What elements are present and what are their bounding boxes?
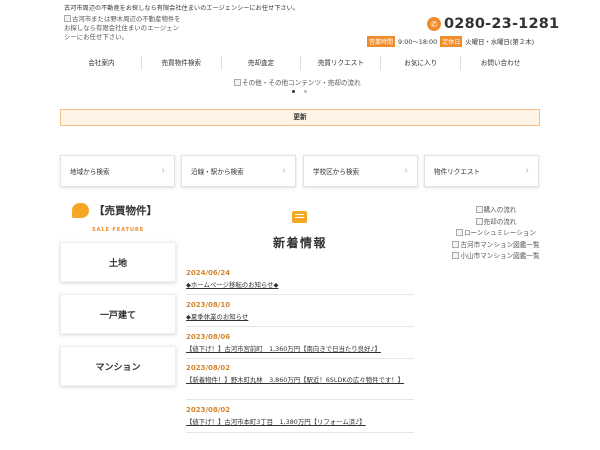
banner-loan-simulation[interactable]: ローンシュミレーション [432,228,560,240]
broken-image-icon [452,240,460,248]
nav-company[interactable]: 会社案内 [62,56,142,70]
news-icon [292,211,307,223]
news-link[interactable]: ◆夏季休業のお知らせ [186,313,414,322]
search-by-area-button[interactable]: 地域から検索 › [60,155,175,187]
banner-purchase-flow[interactable]: 購入の流れ [432,205,560,217]
chevron-right-icon: › [525,166,529,176]
search-button-label: 沿線・駅から検索 [191,168,244,176]
broken-image-icon [475,206,483,213]
banner-sale-flow[interactable]: 売却の流れ [432,217,560,229]
nav-property-search[interactable]: 売買物件検索 [142,56,222,70]
sidebar-subtitle: SALE FEATURE [92,227,144,233]
property-request-button[interactable]: 物件リクエスト › [424,155,539,187]
nav-contact[interactable]: お問い合わせ [461,56,540,70]
chevron-right-icon: › [404,166,408,176]
broken-image-icon [234,79,241,86]
site-tagline: 古河市周辺の不動産をお探しなら有限会社住まいのエージェンシーにお任せ下さい。 [64,5,299,12]
slider-alt-text: その他・その他コンテンツ・売却の流れ [242,79,361,87]
divider [186,399,414,400]
divider [186,294,414,295]
chevron-right-icon: › [161,166,165,176]
search-button-label: 学校区から検索 [313,168,360,176]
logo-alt-text: 古河市または野木周辺の不動産物件をお探しなら有限会社住まいのエージェンシーにお任… [64,15,181,41]
speech-bubble-icon [72,203,89,218]
site-logo[interactable]: 古河市または野木周辺の不動産物件をお探しなら有限会社住まいのエージェンシーにお任… [64,15,184,42]
nav-favorites[interactable]: お気に入り [381,56,462,70]
news-date: 2023/08/06 [186,333,231,341]
broken-image-icon [452,252,460,259]
sidebar-title: 【売買物件】 [94,205,157,217]
news-link[interactable]: ◆ホームページ移転のお知らせ◆ [186,281,414,290]
phone-number[interactable]: 0280-23-1281 [444,16,559,32]
banner-label: 売却の流れ [483,217,517,226]
news-title: 新着情報 [272,236,327,250]
search-by-line-button[interactable]: 沿線・駅から検索 › [181,155,296,187]
chevron-right-icon: › [282,166,286,176]
sale-feature-heading: 【売買物件】 [72,203,157,218]
search-button-label: 地域から検索 [70,168,110,176]
divider [186,358,414,359]
slider-dot-2[interactable] [304,90,307,93]
news-link[interactable]: 【値下げ！】古河市宮前町 1,360万円【南向きで日当たり良好♪】 [186,345,414,354]
phone-icon: ✆ [427,17,441,31]
nav-sale-assessment[interactable]: 売却査定 [222,56,302,70]
slider-dots [292,90,307,93]
hours-badge: 営業時間 [367,36,396,47]
nav-purchase-request[interactable]: 売買リクエスト [301,56,382,70]
slider-image[interactable]: その他・その他コンテンツ・売却の流れ [234,77,361,87]
closed-badge: 定休日 [440,36,463,47]
news-date: 2023/08/02 [186,364,231,372]
category-house[interactable]: 一戸建て [60,294,176,334]
search-button-label: 物件リクエスト [434,168,481,176]
category-land[interactable]: 土地 [60,242,176,282]
banner-koga-condo-list[interactable]: 古河市マンション図鑑一覧 [432,240,560,252]
banner-label: ローンシュミレーション [463,229,537,237]
news-date: 2023/08/02 [186,406,231,414]
news-link[interactable]: 【値下げ！】古河市本町3丁目 1,380万円【リフォーム済♪】 [186,418,414,427]
category-condo[interactable]: マンション [60,346,176,386]
business-hours: 営業時間 9:00～18:00 定休日 火曜日・水曜日(第２木) [367,36,534,47]
news-date: 2024/06/24 [186,269,231,277]
update-bar: 更新 [60,109,540,126]
closed-text: 火曜日・水曜日(第２木) [465,38,535,46]
hours-text: 9:00～18:00 [398,38,438,46]
news-date: 2023/08/10 [186,301,231,309]
divider [186,326,414,327]
right-banner-links: 購入の流れ 売却の流れ ローンシュミレーション 古河市マンション図鑑一覧 小山市… [432,205,560,263]
phone-contact[interactable]: ✆ 0280-23-1281 [427,16,559,32]
search-by-school-button[interactable]: 学校区から検索 › [303,155,418,187]
main-nav: 会社案内 売買物件検索 売却査定 売買リクエスト お気に入り お問い合わせ [62,56,540,70]
news-link[interactable]: 【新着物件！】野木町丸林 3,860万円【駅近！6SLDKの広々物件です！】 [186,376,414,385]
broken-image-icon [64,15,71,22]
banner-oyama-condo-list[interactable]: 小山市マンション図鑑一覧 [432,251,560,263]
divider [186,432,414,433]
banner-label: 小山市マンション図鑑一覧 [460,252,540,260]
broken-image-icon [475,217,483,225]
banner-label: 古河市マンション図鑑一覧 [460,240,540,249]
slider-dot-1[interactable] [292,90,295,93]
broken-image-icon [455,229,463,236]
banner-label: 購入の流れ [483,206,517,214]
